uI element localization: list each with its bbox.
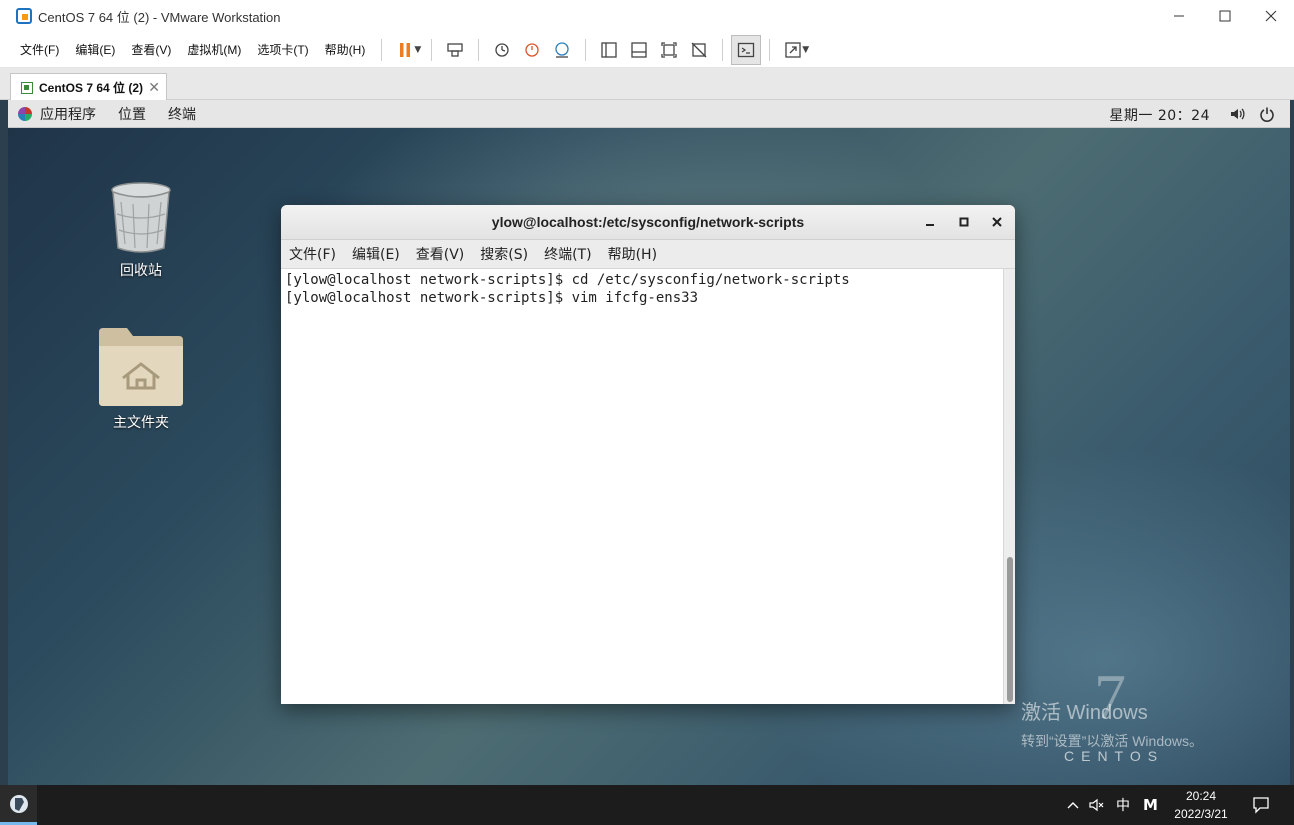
close-icon: [1265, 10, 1277, 22]
activate-windows-watermark: 激活 Windows 转到“设置”以激活 Windows。: [1021, 696, 1203, 751]
vmware-titlebar: CentOS 7 64 位 (2) - VMware Workstation: [0, 0, 1294, 32]
terminal-line: [ylow@localhost network-scripts]$ cd /et…: [285, 272, 850, 288]
desktop-icon-label: 主文件夹: [113, 415, 169, 431]
send-ctrl-alt-del-button[interactable]: [440, 35, 470, 65]
full-screen-dropdown-caret[interactable]: ▼: [802, 45, 809, 55]
tab-centos-vm[interactable]: CentOS 7 64 位 (2) ✕: [10, 73, 167, 101]
home-folder-icon: [99, 328, 183, 406]
gnome-menu-places[interactable]: 位置: [118, 104, 146, 124]
terminal-menu-file[interactable]: 文件(F): [281, 244, 344, 264]
tray-expand-icon[interactable]: [1066, 785, 1080, 825]
snapshot-button[interactable]: [487, 35, 517, 65]
tray-ime-mode[interactable]: M: [1143, 785, 1158, 825]
toolbar-separator: [722, 38, 724, 61]
desktop-icon-home-folder[interactable]: 主文件夹: [86, 326, 196, 432]
menu-vm[interactable]: 虚拟机(M): [179, 41, 249, 58]
volume-icon[interactable]: [1228, 105, 1246, 123]
desktop-icon-label: 回收站: [120, 263, 162, 279]
tray-volume-muted-icon[interactable]: [1089, 785, 1105, 825]
vmware-menubar: 文件(F) 编辑(E) 查看(V) 虚拟机(M) 选项卡(T) 帮助(H) ▼ …: [0, 32, 1294, 68]
toolbar-separator: [769, 38, 771, 61]
vm-running-icon: [21, 81, 33, 94]
snapshot-manager-button[interactable]: [547, 35, 577, 65]
windows-taskbar: 中 M 20:24 2022/3/21: [0, 785, 1294, 825]
gnome-apps-icon: [18, 106, 32, 121]
terminal-scrollbar-thumb[interactable]: [1007, 557, 1013, 702]
gnome-top-bar: 应用程序 位置 终端 星期一 20：24: [8, 100, 1290, 128]
trash-icon: [111, 182, 171, 253]
send-ctrl-alt-del-icon: [447, 42, 463, 57]
terminal-menu-terminal[interactable]: 终端(T): [536, 244, 599, 264]
pause-dropdown-caret[interactable]: ▼: [414, 45, 421, 55]
maximize-icon: [1219, 10, 1231, 22]
menu-help[interactable]: 帮助(H): [317, 41, 374, 58]
toolbar-separator: [381, 38, 383, 61]
activate-title: 激活 Windows: [1021, 702, 1148, 724]
centos-wordmark: CENTOS: [1064, 748, 1165, 764]
menu-file[interactable]: 文件(F): [12, 41, 67, 58]
minimize-button[interactable]: [1156, 0, 1202, 32]
revert-snapshot-icon: [525, 42, 539, 57]
terminal-menubar: 文件(F) 编辑(E) 查看(V) 搜索(S) 终端(T) 帮助(H): [281, 240, 1015, 269]
full-screen-icon: [785, 41, 801, 58]
terminal-minimize-icon[interactable]: [921, 213, 939, 231]
taskbar-clock[interactable]: 20:24 2022/3/21: [1170, 787, 1232, 823]
console-view-button[interactable]: [731, 34, 762, 65]
terminal-menu-view[interactable]: 查看(V): [408, 244, 473, 264]
terminal-maximize-icon[interactable]: [955, 213, 973, 231]
taskbar-time: 20:24: [1185, 789, 1217, 803]
terminal-window[interactable]: ylow@localhost:/etc/sysconfig/network-sc…: [281, 205, 1015, 704]
tray-ime-chinese[interactable]: 中: [1116, 785, 1130, 825]
toolbar-separator: [431, 38, 433, 61]
taskbar-vmware-app[interactable]: [0, 785, 37, 825]
pause-icon: [400, 42, 411, 57]
terminal-titlebar[interactable]: ylow@localhost:/etc/sysconfig/network-sc…: [281, 205, 1015, 240]
terminal-title: ylow@localhost:/etc/sysconfig/network-sc…: [491, 214, 805, 230]
vmware-taskbar-icon: [9, 794, 28, 813]
snapshot-manager-icon: [555, 41, 569, 58]
revert-snapshot-button[interactable]: [517, 35, 547, 65]
thumbnail-bar-button[interactable]: [624, 35, 654, 65]
terminal-scrollbar[interactable]: [1003, 269, 1015, 704]
vmware-app-icon: [16, 8, 32, 24]
vm-tabstrip: CentOS 7 64 位 (2) ✕: [0, 68, 1294, 101]
unity-icon: [691, 42, 707, 57]
minimize-icon: [1174, 15, 1184, 17]
fit-guest-icon: [661, 41, 677, 58]
show-library-icon: [601, 41, 617, 58]
window-controls: [1156, 0, 1294, 32]
unity-button[interactable]: [684, 35, 714, 65]
console-view-icon: [738, 42, 755, 57]
close-button[interactable]: [1248, 0, 1294, 32]
notification-center-icon[interactable]: [1252, 785, 1270, 825]
thumbnail-bar-icon: [631, 41, 647, 58]
snapshot-icon: [495, 42, 509, 57]
gnome-menu-applications[interactable]: 应用程序: [40, 104, 96, 124]
gnome-menu-terminal[interactable]: 终端: [168, 104, 196, 124]
terminal-line: [ylow@localhost network-scripts]$ vim if…: [285, 290, 699, 306]
power-icon[interactable]: [1258, 105, 1276, 123]
terminal-menu-help[interactable]: 帮助(H): [600, 244, 665, 264]
toolbar-separator: [585, 38, 587, 61]
menu-tabs[interactable]: 选项卡(T): [249, 41, 316, 58]
toolbar-separator: [478, 38, 480, 61]
terminal-menu-edit[interactable]: 编辑(E): [344, 244, 408, 264]
menu-view[interactable]: 查看(V): [123, 41, 179, 58]
terminal-output[interactable]: [ylow@localhost network-scripts]$ cd /et…: [281, 269, 1003, 704]
tab-close-icon[interactable]: ✕: [148, 79, 160, 96]
gnome-clock[interactable]: 星期一 20：24: [1109, 105, 1210, 125]
terminal-close-icon[interactable]: [988, 213, 1006, 231]
tab-label: CentOS 7 64 位 (2): [39, 81, 144, 95]
maximize-button[interactable]: [1202, 0, 1248, 32]
guest-desktop[interactable]: 应用程序 位置 终端 星期一 20：24 回收站 主文件夹 ylow@local…: [8, 100, 1290, 785]
desktop-icon-trash[interactable]: 回收站: [86, 180, 196, 280]
taskbar-date: 2022/3/21: [1174, 807, 1228, 821]
window-title: CentOS 7 64 位 (2) - VMware Workstation: [38, 9, 281, 25]
menu-edit[interactable]: 编辑(E): [67, 41, 123, 58]
fit-guest-button[interactable]: [654, 35, 684, 65]
terminal-menu-search[interactable]: 搜索(S): [472, 244, 536, 264]
show-library-button[interactable]: [594, 35, 624, 65]
